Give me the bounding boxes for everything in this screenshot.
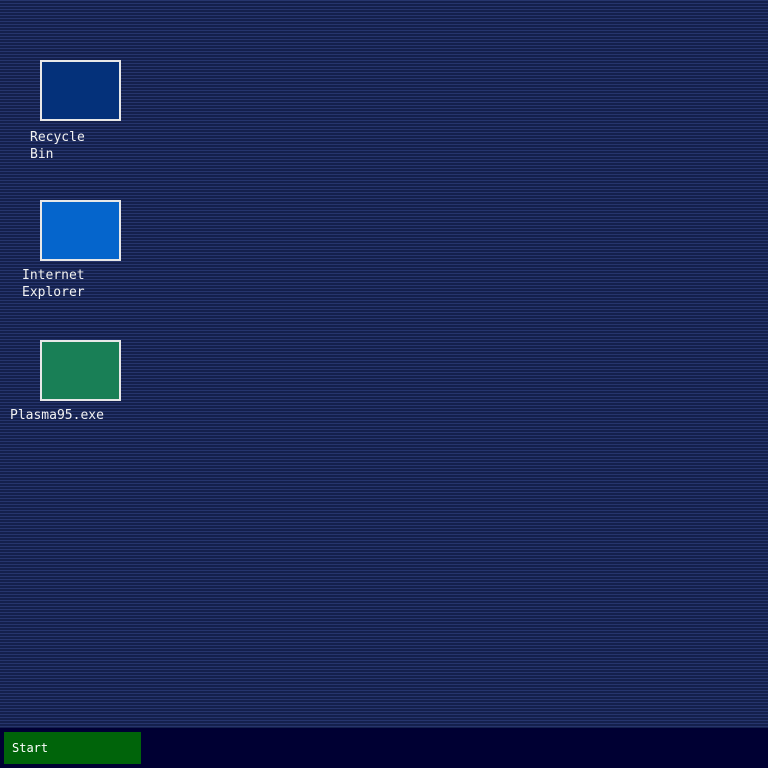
recycle-bin-label[interactable]: Recycle Bin <box>30 129 85 163</box>
taskbar: Start <box>0 728 768 768</box>
start-button[interactable]: Start <box>4 732 141 764</box>
desktop: Recycle Bin Internet Explorer Plasma95.e… <box>0 0 768 728</box>
internet-explorer-label[interactable]: Internet Explorer <box>22 267 85 301</box>
recycle-bin-icon[interactable] <box>40 60 121 121</box>
plasma95-exe-icon[interactable] <box>40 340 121 401</box>
plasma95-exe-label[interactable]: Plasma95.exe <box>10 407 104 424</box>
internet-explorer-icon[interactable] <box>40 200 121 261</box>
